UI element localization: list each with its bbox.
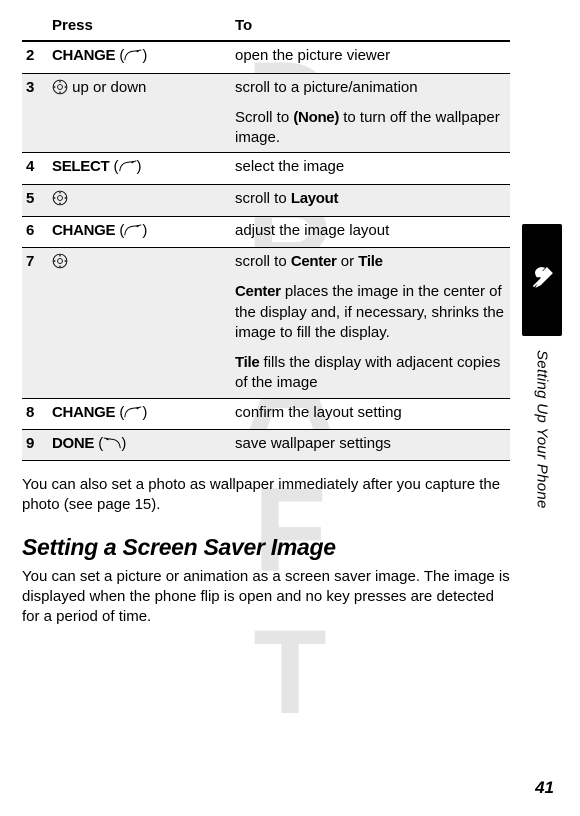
step-number: 3 (22, 73, 48, 153)
step-action (48, 184, 231, 216)
col-head-press: Press (48, 12, 231, 41)
table-row: 2 CHANGE ( ) open the picture viewer (22, 41, 510, 73)
desc-bold2: Tile (358, 253, 382, 270)
step-desc: confirm the layout setting (231, 398, 510, 429)
desc-mid: or (337, 253, 359, 270)
table-row: 8 CHANGE ( ) confirm the layout setting (22, 398, 510, 429)
nav-key-icon (52, 253, 68, 275)
right-softkey-icon (124, 48, 142, 68)
step-desc: save wallpaper settings (231, 429, 510, 460)
step-action: SELECT ( ) (48, 153, 231, 184)
step-desc: scroll to a picture/animation Scroll to … (231, 73, 510, 153)
desc-pre: scroll to (235, 253, 291, 270)
desc-line1: scroll to a picture/animation (235, 78, 506, 98)
step-number: 4 (22, 153, 48, 184)
desc-bold: (None) (293, 109, 339, 126)
step-action (48, 248, 231, 399)
right-softkey-icon (124, 223, 142, 243)
desc-bold: Layout (291, 190, 338, 207)
softkey-label: CHANGE (52, 404, 115, 421)
step-desc: scroll to Layout (231, 184, 510, 216)
col-head-blank (22, 12, 48, 41)
table-row: 7 scroll to Center or Tile Center places… (22, 248, 510, 399)
desc-pre: scroll to (235, 190, 291, 207)
desc-bold: Center (291, 253, 337, 270)
section-paragraph: You can set a picture or animation as a … (22, 567, 510, 628)
nav-key-icon (52, 79, 68, 101)
table-row: 5 scroll to Layout (22, 184, 510, 216)
softkey-label: DONE (52, 435, 94, 452)
step-number: 5 (22, 184, 48, 216)
steps-table: Press To 2 CHANGE ( ) open the picture v… (22, 12, 510, 461)
tile-text: fills the display with adjacent copies o… (235, 354, 500, 391)
table-row: 9 DONE ( ) save wallpaper settings (22, 429, 510, 460)
softkey-label: CHANGE (52, 47, 115, 64)
desc-pre: Scroll to (235, 109, 293, 126)
page-number: 41 (535, 778, 554, 798)
tile-word: Tile (235, 354, 259, 371)
nav-key-icon (52, 190, 68, 212)
step-number: 9 (22, 429, 48, 460)
table-row: 6 CHANGE ( ) adjust the image layout (22, 216, 510, 247)
step-desc: adjust the image layout (231, 216, 510, 247)
softkey-label: SELECT (52, 158, 109, 175)
step-desc: scroll to Center or Tile Center places t… (231, 248, 510, 399)
step-number: 8 (22, 398, 48, 429)
step-number: 2 (22, 41, 48, 73)
col-head-to: To (231, 12, 510, 41)
step-number: 6 (22, 216, 48, 247)
step-action: up or down (48, 73, 231, 153)
left-softkey-icon (103, 436, 121, 456)
center-word: Center (235, 283, 281, 300)
softkey-label: CHANGE (52, 222, 115, 239)
main-content: Press To 2 CHANGE ( ) open the picture v… (0, 0, 580, 627)
step-desc: open the picture viewer (231, 41, 510, 73)
step-action: CHANGE ( ) (48, 41, 231, 73)
step-action: CHANGE ( ) (48, 216, 231, 247)
table-row: 4 SELECT ( ) select the image (22, 153, 510, 184)
nav-direction: up or down (72, 79, 146, 96)
right-softkey-icon (119, 159, 137, 179)
step-number: 7 (22, 248, 48, 399)
section-heading: Setting a Screen Saver Image (22, 534, 510, 561)
step-action: CHANGE ( ) (48, 398, 231, 429)
right-softkey-icon (124, 405, 142, 425)
table-row: 3 up or down scroll to a picture/animati… (22, 73, 510, 153)
step-action: DONE ( ) (48, 429, 231, 460)
step-desc: select the image (231, 153, 510, 184)
paragraph-after-table: You can also set a photo as wallpaper im… (22, 475, 510, 516)
